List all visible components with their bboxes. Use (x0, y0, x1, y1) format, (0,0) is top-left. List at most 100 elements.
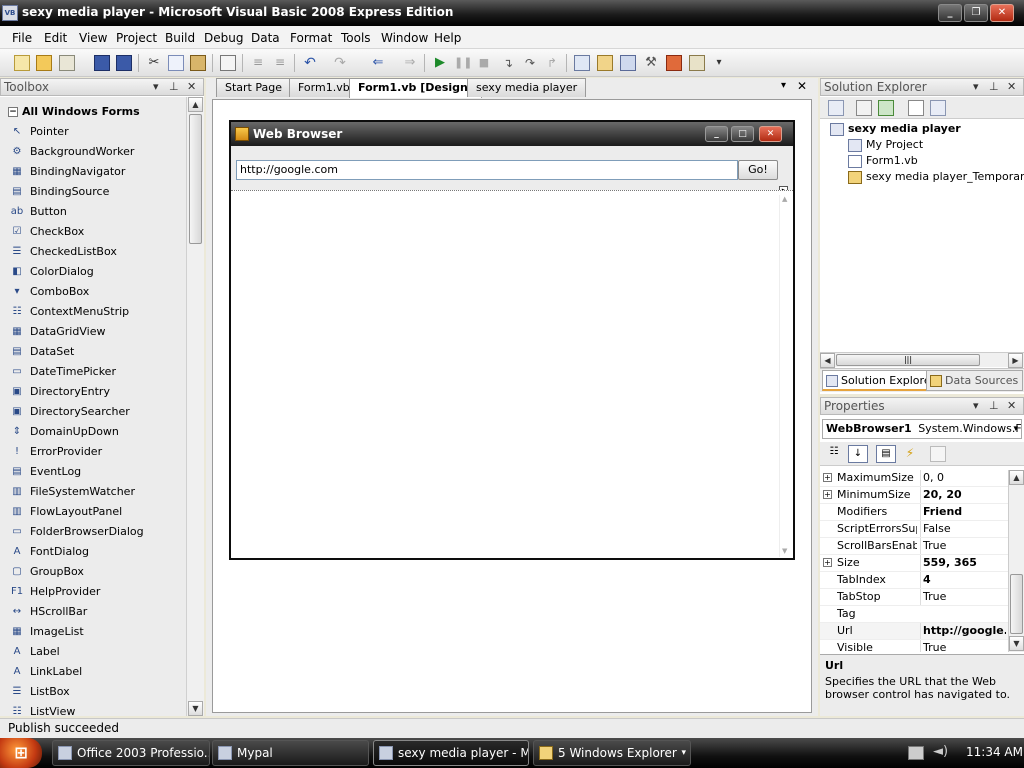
start-debugging-icon[interactable]: ▶ (432, 55, 448, 71)
tab-start-page[interactable]: Start Page (216, 78, 291, 97)
object-selector-dropdown[interactable]: WebBrowser1 System.Windows.For ▾ (822, 419, 1022, 439)
property-value[interactable]: 0, 0 (920, 470, 1006, 486)
window-titlebar[interactable]: VB sexy media player - Microsoft Visual … (0, 0, 1024, 26)
minimize-button[interactable]: _ (938, 4, 962, 22)
properties-scrollbar[interactable]: ▲ ▼ (1008, 470, 1024, 652)
toolbox-item[interactable]: ▦ ImageList (0, 622, 186, 642)
tree-root-project[interactable]: sexy media player (830, 122, 961, 136)
toolbox-item[interactable]: ! ErrorProvider (0, 442, 186, 462)
property-row[interactable]: + Size 559, 365 (820, 555, 1023, 572)
copy-icon[interactable] (168, 55, 184, 71)
step-over-icon[interactable]: ↷ (522, 55, 538, 71)
toolbox-item[interactable]: ⇕ DomainUpDown (0, 422, 186, 442)
toolbox-item[interactable]: ▤ DataSet (0, 342, 186, 362)
scroll-down-icon[interactable]: ▼ (782, 547, 787, 555)
menu-build[interactable]: Build (165, 31, 195, 45)
property-value[interactable]: True (920, 538, 1006, 554)
form-web-browser[interactable]: Web Browser _ □ ✕ http://google.com Go! … (229, 120, 795, 560)
webbrowser-scrollbar[interactable]: ▲ ▼ (779, 195, 791, 557)
save-all-icon[interactable] (116, 55, 132, 71)
tab-sexy-media-player[interactable]: sexy media player (467, 78, 587, 97)
toolbox-item[interactable]: A Label (0, 642, 186, 662)
toolbox-item[interactable]: ▾ ComboBox (0, 282, 186, 302)
new-project-icon[interactable] (14, 55, 30, 71)
comment-icon[interactable]: ≡ (250, 55, 266, 71)
chevron-down-icon[interactable]: ▾ (153, 79, 159, 95)
collapse-icon[interactable]: − (8, 107, 18, 117)
show-all-files-icon[interactable] (856, 100, 872, 116)
scroll-thumb[interactable]: ||| (836, 354, 980, 366)
properties-icon[interactable]: ▤ (876, 445, 896, 463)
property-value[interactable]: 559, 365 (920, 555, 1006, 571)
property-row[interactable]: TabIndex 4 (820, 572, 1023, 589)
pin-icon[interactable]: ⊥ (169, 79, 179, 95)
refresh-icon[interactable] (878, 100, 894, 116)
expand-icon[interactable]: + (823, 558, 832, 567)
toolbox-item[interactable]: ↔ HScrollBar (0, 602, 186, 622)
navigate-backward-icon[interactable]: ⇐ (370, 55, 386, 71)
uncomment-icon[interactable]: ≡ (272, 55, 288, 71)
subtab-solution-explorer[interactable]: Solution Explorer (822, 370, 941, 391)
task-windows-explorer[interactable]: 5 Windows Explorer ▾ (533, 740, 691, 766)
error-list-icon[interactable] (666, 55, 682, 71)
pin-icon[interactable]: ⊥ (989, 79, 999, 95)
property-value[interactable]: Friend (920, 504, 1006, 520)
menu-debug[interactable]: Debug (204, 31, 243, 45)
find-icon[interactable] (220, 55, 236, 71)
view-designer-icon[interactable] (930, 100, 946, 116)
close-button[interactable]: ✕ (990, 4, 1014, 22)
add-item-icon[interactable] (59, 55, 75, 71)
open-icon[interactable] (36, 55, 52, 71)
toolbox-scrollbar[interactable]: ▲ ▼ (186, 97, 204, 716)
navigate-forward-icon[interactable]: ⇒ (402, 55, 418, 71)
toolbox-item[interactable]: ⚙ BackgroundWorker (0, 142, 186, 162)
task-visual-basic[interactable]: sexy media player - Mi... (373, 740, 529, 766)
design-surface[interactable]: Web Browser _ □ ✕ http://google.com Go! … (212, 99, 812, 713)
menu-window[interactable]: Window (381, 31, 428, 45)
toolbox-item[interactable]: ▭ DateTimePicker (0, 362, 186, 382)
close-document-icon[interactable]: ✕ (797, 79, 807, 93)
solution-explorer-hscrollbar[interactable]: ◀ ||| ▶ (820, 352, 1024, 368)
scroll-thumb[interactable] (189, 114, 202, 244)
redo-icon[interactable]: ↷ (332, 55, 348, 71)
toolbox-item[interactable]: ◧ ColorDialog (0, 262, 186, 282)
solution-explorer-icon[interactable] (574, 55, 590, 71)
cut-icon[interactable]: ✂ (146, 55, 162, 71)
properties-icon[interactable] (828, 100, 844, 116)
pause-icon[interactable]: ❚❚ (454, 55, 472, 71)
menu-tools[interactable]: Tools (341, 31, 371, 45)
property-value[interactable]: False (920, 521, 1006, 537)
property-value[interactable]: http://google.c (920, 623, 1006, 639)
toolbox-group-all-windows-forms[interactable]: − All Windows Forms (0, 103, 186, 121)
pin-icon[interactable]: ⊥ (989, 398, 999, 414)
step-into-icon[interactable]: ↴ (500, 55, 516, 71)
toolbox-item[interactable]: ☷ ListView (0, 702, 186, 716)
toolbar-options-icon[interactable]: ▾ (711, 55, 727, 71)
toolbox-item[interactable]: ▢ GroupBox (0, 562, 186, 582)
volume-icon[interactable]: ◄) (933, 744, 948, 759)
step-out-icon[interactable]: ↱ (544, 55, 560, 71)
view-code-icon[interactable] (908, 100, 924, 116)
menu-help[interactable]: Help (434, 31, 461, 45)
webbrowser-control[interactable]: ▲ ▼ (231, 190, 793, 558)
save-icon[interactable] (94, 55, 110, 71)
toolbox-item[interactable]: ☰ CheckedListBox (0, 242, 186, 262)
toolbox-item[interactable]: ▤ EventLog (0, 462, 186, 482)
form-close-button[interactable]: ✕ (759, 126, 782, 142)
start-button[interactable]: ⊞ (0, 738, 42, 768)
stop-icon[interactable]: ■ (476, 55, 492, 71)
property-row[interactable]: + MaximumSize 0, 0 (820, 470, 1023, 487)
property-row[interactable]: ScrollBarsEnableTrue (820, 538, 1023, 555)
tree-item-temporary-key[interactable]: sexy media player_TemporaryKe (848, 170, 1024, 184)
toolbox-item[interactable]: F1 HelpProvider (0, 582, 186, 602)
menu-project[interactable]: Project (116, 31, 157, 45)
property-row[interactable]: ScriptErrorsSuppFalse (820, 521, 1023, 538)
properties-window-icon[interactable] (597, 55, 613, 71)
keyboard-icon[interactable] (908, 746, 924, 760)
scroll-thumb[interactable] (1010, 574, 1023, 634)
menu-file[interactable]: File (12, 31, 32, 45)
scroll-up-icon[interactable]: ▲ (782, 195, 787, 203)
events-icon[interactable]: ⚡ (902, 446, 918, 462)
scroll-down-icon[interactable]: ▼ (188, 701, 203, 716)
close-icon[interactable]: ✕ (1007, 398, 1016, 414)
